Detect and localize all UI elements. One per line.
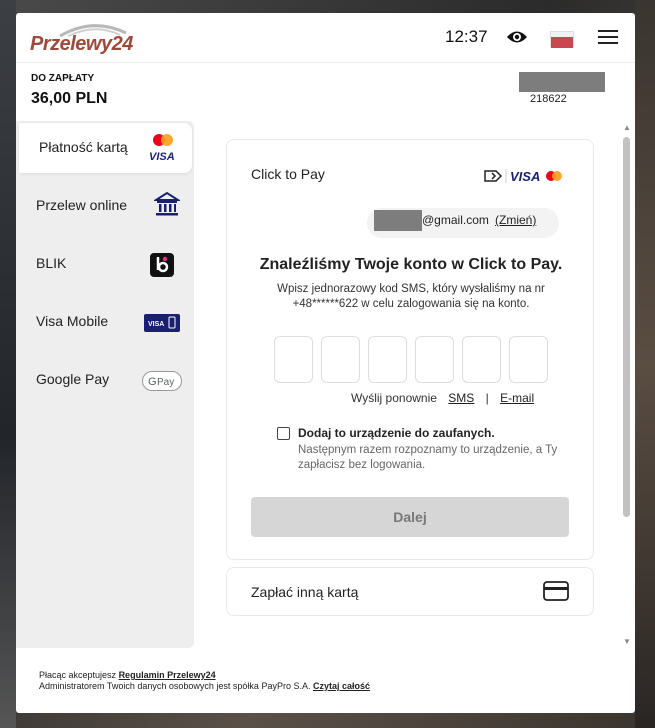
- header: Przelewy24 12:37: [16, 13, 635, 63]
- pay-other-card-label: Zapłać inną kartą: [251, 584, 359, 600]
- sidebar-item-label: Visa Mobile: [36, 313, 109, 329]
- change-email-link[interactable]: (Zmień): [495, 213, 536, 227]
- amount-label: DO ZAPŁATY: [31, 73, 95, 84]
- blik-icon: [150, 253, 174, 277]
- amount-value: 36,00 PLN: [31, 90, 108, 107]
- resend-sms-link[interactable]: SMS: [448, 391, 474, 405]
- sidebar-item-bank-transfer[interactable]: Przelew online: [16, 181, 194, 231]
- sidebar-item-card[interactable]: Płatność kartą VISA: [19, 123, 192, 173]
- next-button[interactable]: Dalej: [251, 497, 569, 537]
- sidebar-item-visa-mobile[interactable]: Visa Mobile VISA: [16, 297, 194, 347]
- svg-text:VISA: VISA: [148, 321, 164, 328]
- svg-text:G: G: [148, 376, 157, 388]
- account-found-title: Znaleźliśmy Twoje konto w Click to Pay.: [259, 256, 563, 273]
- credit-card-icon: [543, 581, 569, 601]
- background-left: [0, 0, 16, 728]
- sidebar-item-label: BLIK: [36, 255, 67, 271]
- sidebar-item-blik[interactable]: BLIK: [16, 239, 194, 289]
- trusted-device-label: Dodaj to urządzenie do zaufanych.: [298, 426, 495, 440]
- eye-icon[interactable]: [506, 28, 528, 46]
- resend-label: Wyślij ponownie: [351, 391, 437, 405]
- email-text: @gmail.com: [422, 213, 489, 227]
- otp-digit-6[interactable]: [509, 336, 548, 383]
- scroll-down-arrow-icon[interactable]: ▼: [623, 637, 631, 646]
- bank-icon: [154, 191, 180, 216]
- scroll-up-arrow-icon[interactable]: ▲: [623, 123, 631, 132]
- otp-digit-5[interactable]: [462, 336, 501, 383]
- payment-methods-sidebar: Płatność kartą VISA Przelew online BLIK: [16, 121, 194, 648]
- svg-text:VISA: VISA: [510, 169, 540, 184]
- footer: Płacąc akceptujesz Regulamin Przelewy24 …: [39, 670, 370, 692]
- google-pay-icon: G Pay: [142, 371, 182, 391]
- read-more-link[interactable]: Czytaj całość: [313, 681, 370, 691]
- otp-digit-2[interactable]: [321, 336, 360, 383]
- otp-digit-4[interactable]: [415, 336, 454, 383]
- pay-other-card-button[interactable]: Zapłać inną kartą: [226, 567, 594, 616]
- resend-code: Wyślij ponownie SMS | E-mail: [351, 391, 534, 405]
- resend-separator: |: [485, 391, 489, 405]
- click-to-pay-title: Click to Pay: [251, 166, 325, 182]
- footer-line-2: Administratorem Twoich danych osobowych …: [39, 681, 370, 692]
- click-to-pay-brands-icon: VISA: [484, 169, 562, 184]
- timer: 12:37: [445, 27, 488, 46]
- scrollbar-thumb[interactable]: [623, 137, 630, 517]
- trusted-device-checkbox[interactable]: [277, 427, 290, 440]
- trusted-device-description: Następnym razem rozpoznamy to urządzenie…: [298, 444, 558, 471]
- footer-line-1: Płacąc akceptujesz Regulamin Przelewy24: [39, 670, 370, 681]
- svg-text:Pay: Pay: [157, 377, 174, 388]
- redacted-block: [519, 72, 605, 92]
- mastercard-visa-icon: VISA: [149, 134, 175, 163]
- hamburger-menu-icon[interactable]: [598, 30, 618, 46]
- otp-digit-1[interactable]: [274, 336, 313, 383]
- visa-mobile-icon: VISA: [144, 314, 180, 332]
- sidebar-item-label: Google Pay: [36, 371, 110, 387]
- click-to-pay-panel: Click to Pay VISA @gmail.com (Zmień) Zna…: [226, 139, 594, 560]
- payment-modal: Przelewy24 12:37 DO ZAPŁATY 36,00 PLN 21…: [16, 13, 635, 713]
- sidebar-item-label: Płatność kartą: [39, 139, 128, 155]
- svg-text:VISA: VISA: [149, 151, 175, 163]
- footer-privacy-prefix: Administratorem Twoich danych osobowych …: [39, 681, 311, 691]
- sidebar-item-label: Przelew online: [36, 197, 128, 213]
- redacted-email-prefix: [374, 210, 422, 231]
- terms-link[interactable]: Regulamin Przelewy24: [119, 670, 216, 680]
- account-found-description: Wpisz jednorazowy kod SMS, który wysłali…: [277, 283, 545, 310]
- logo-text: Przelewy24: [30, 33, 133, 55]
- sidebar-item-google-pay[interactable]: Google Pay G Pay: [16, 355, 194, 405]
- background-right: [635, 0, 655, 728]
- footer-terms-prefix: Płacąc akceptujesz: [39, 670, 117, 680]
- order-id: 218622: [530, 93, 567, 105]
- otp-digit-3[interactable]: [368, 336, 407, 383]
- przelewy24-logo: Przelewy24: [30, 23, 133, 57]
- resend-email-link[interactable]: E-mail: [500, 391, 534, 405]
- poland-flag-icon[interactable]: [550, 31, 574, 48]
